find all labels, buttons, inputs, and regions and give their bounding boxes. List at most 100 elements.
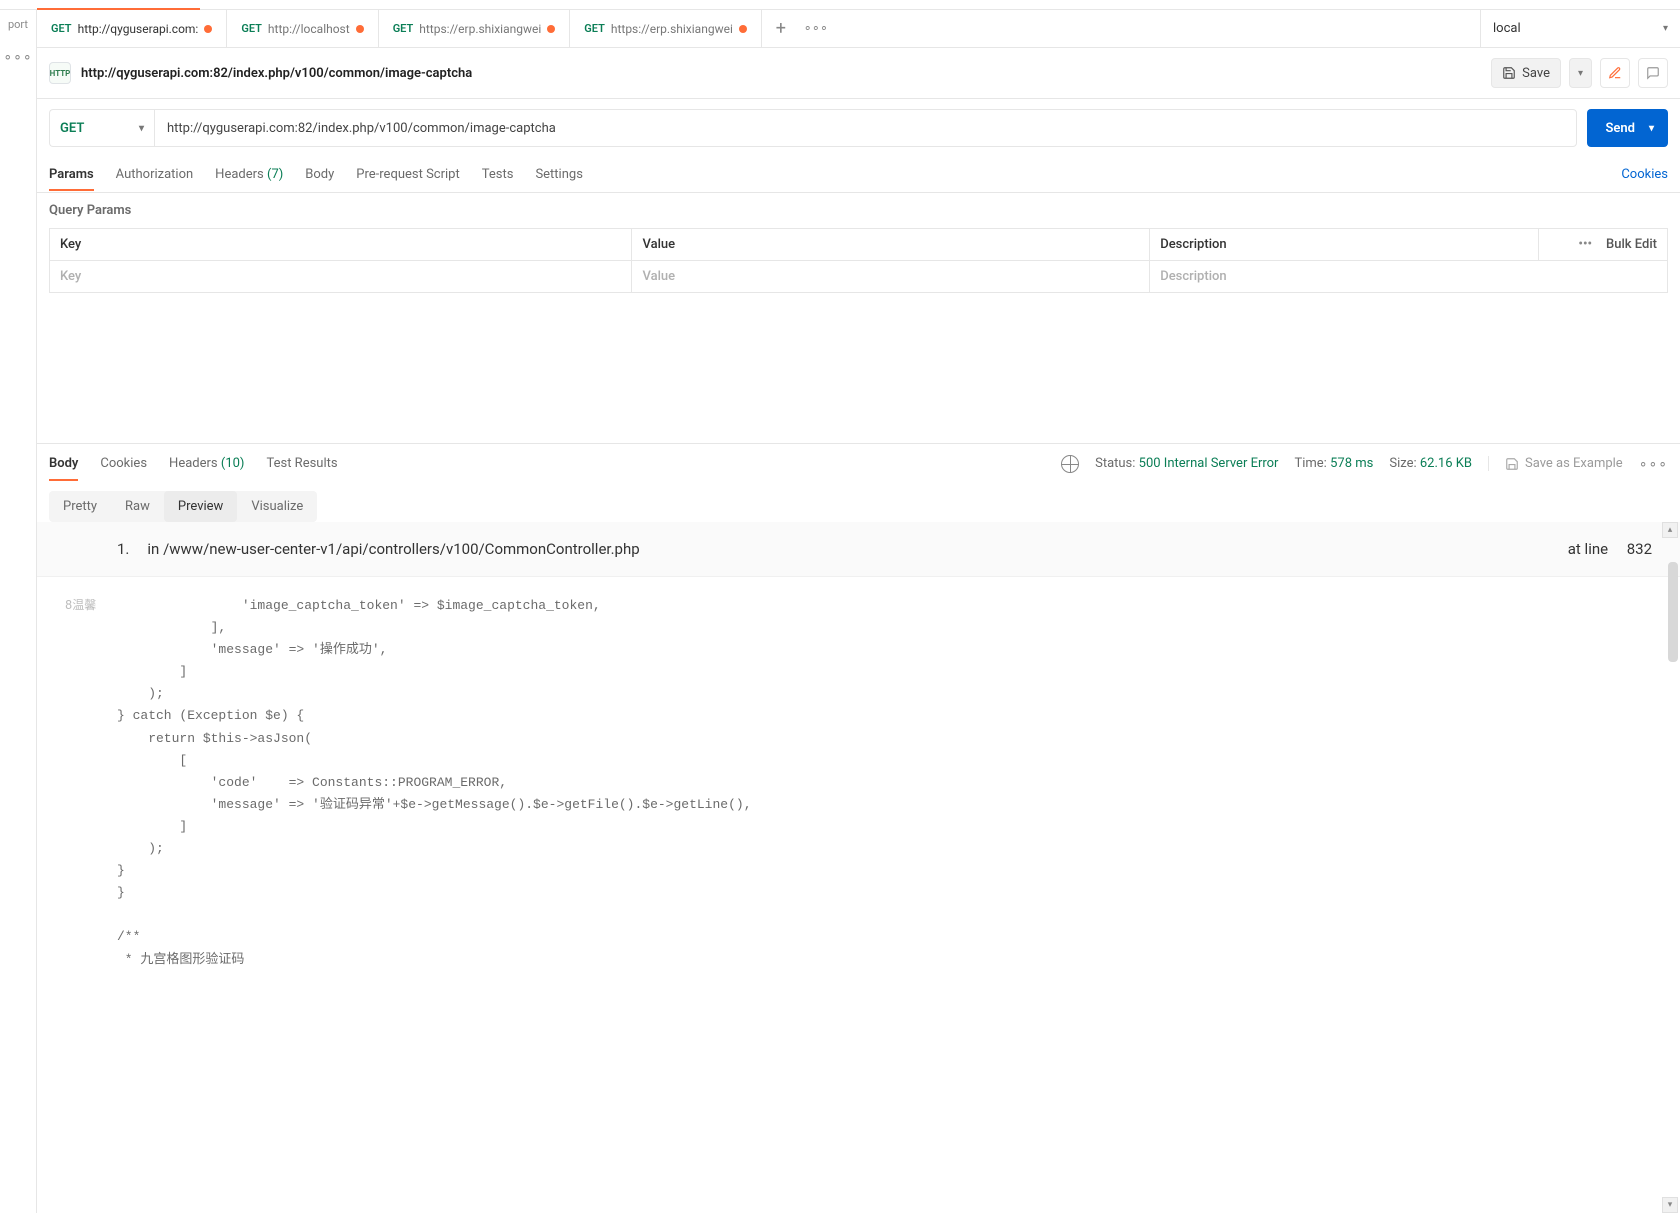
tab-body[interactable]: Body: [305, 167, 334, 182]
tab-params[interactable]: Params: [49, 167, 94, 182]
time-value: 578 ms: [1330, 456, 1373, 471]
tab-method: GET: [584, 22, 605, 35]
size-value: 62.16 KB: [1420, 456, 1472, 471]
status-label: Status:: [1095, 456, 1135, 471]
method-label: GET: [60, 121, 84, 136]
tab-method: GET: [51, 22, 72, 35]
tab-authorization[interactable]: Authorization: [116, 167, 194, 182]
tabs-overflow-button[interactable]: ∘∘∘: [800, 10, 832, 47]
save-dropdown-button[interactable]: ▾: [1569, 58, 1592, 88]
tab-2[interactable]: GET https://erp.shixiangwei: [379, 10, 571, 47]
tab-tests[interactable]: Tests: [482, 167, 514, 182]
tab-3[interactable]: GET https://erp.shixiangwei: [570, 10, 762, 47]
line-number: 832: [1627, 540, 1652, 558]
comments-button[interactable]: [1638, 58, 1668, 88]
key-input[interactable]: Key: [50, 261, 632, 293]
status-block: Status: 500 Internal Server Error: [1095, 456, 1278, 471]
tab-1[interactable]: GET http://localhost: [227, 10, 378, 47]
unsaved-dot-icon: [739, 25, 747, 33]
url-value: http://qyguserapi.com:82/index.php/v100/…: [167, 121, 556, 136]
scroll-down-button[interactable]: ▾: [1662, 1197, 1678, 1213]
tab-headers-label: Headers: [215, 167, 264, 182]
save-example-label: Save as Example: [1525, 456, 1623, 471]
save-icon: [1505, 457, 1519, 471]
save-icon: [1502, 66, 1516, 80]
tab-method: GET: [241, 22, 262, 35]
pencil-icon: [1608, 66, 1622, 80]
response-headers-count: (10): [221, 456, 245, 471]
col-description: Description: [1150, 229, 1538, 261]
scrollbar-thumb[interactable]: [1668, 562, 1678, 662]
viewmode-raw[interactable]: Raw: [111, 491, 164, 522]
chevron-down-icon: ▾: [1649, 123, 1654, 134]
tab-settings[interactable]: Settings: [535, 167, 582, 182]
left-sidebar-label: port: [8, 18, 28, 31]
response-more-button[interactable]: ∘∘∘: [1639, 456, 1668, 472]
environment-selector[interactable]: local ▾: [1480, 10, 1680, 47]
viewmode-pretty[interactable]: Pretty: [49, 491, 111, 522]
environment-name: local: [1493, 21, 1521, 36]
cookies-link[interactable]: Cookies: [1621, 167, 1668, 182]
chevron-down-icon: ▾: [139, 123, 144, 134]
tab-method: GET: [393, 22, 414, 35]
http-badge-icon: HTTP: [49, 62, 71, 84]
response-tab-cookies[interactable]: Cookies: [100, 456, 147, 471]
table-row[interactable]: Key Value Description: [50, 261, 1668, 293]
save-label: Save: [1522, 66, 1550, 81]
chevron-down-icon: ▾: [1663, 23, 1668, 34]
comment-icon: [1646, 66, 1660, 80]
response-tab-headers[interactable]: Headers (10): [169, 456, 244, 471]
save-button[interactable]: Save: [1491, 58, 1561, 88]
unsaved-dot-icon: [204, 25, 212, 33]
error-file: /www/new-user-center-v1/api/controllers/…: [163, 540, 640, 558]
bulk-edit-button[interactable]: Bulk Edit: [1606, 237, 1657, 252]
error-path: in /www/new-user-center-v1/api/controlle…: [147, 540, 639, 558]
value-input[interactable]: Value: [632, 261, 1150, 293]
tab-headers-count: (7): [267, 167, 283, 182]
unsaved-dot-icon: [356, 25, 364, 33]
status-value: 500 Internal Server Error: [1139, 456, 1279, 471]
globe-icon[interactable]: [1061, 455, 1079, 473]
viewmode-visualize[interactable]: Visualize: [237, 491, 317, 522]
line-gutter-label: 8温馨: [65, 596, 96, 613]
size-block: Size: 62.16 KB: [1389, 456, 1472, 471]
tab-title: http://localhost: [268, 22, 350, 36]
query-params-table: Key Value Description ••• Bulk Edit Key …: [49, 228, 1668, 293]
response-tab-body[interactable]: Body: [49, 456, 78, 471]
col-key: Key: [50, 229, 632, 261]
error-index: 1.: [117, 540, 129, 558]
time-block: Time: 578 ms: [1294, 456, 1373, 471]
tab-0[interactable]: GET http://qyguserapi.com:: [37, 10, 227, 47]
save-as-example-button[interactable]: Save as Example: [1488, 456, 1623, 471]
time-label: Time:: [1294, 456, 1326, 471]
error-prefix: in: [147, 540, 159, 558]
at-line-label: at line: [1568, 540, 1608, 558]
params-more-button[interactable]: •••: [1578, 237, 1592, 252]
send-label: Send: [1605, 121, 1635, 136]
response-headers-label: Headers: [169, 456, 218, 471]
left-sidebar-more-icon[interactable]: ∘∘∘: [3, 49, 32, 65]
tab-title: https://erp.shixiangwei: [611, 22, 733, 36]
tab-headers[interactable]: Headers (7): [215, 167, 283, 182]
col-value: Value: [632, 229, 1150, 261]
viewmode-preview[interactable]: Preview: [164, 491, 237, 522]
response-tab-testresults[interactable]: Test Results: [266, 456, 337, 471]
edit-button[interactable]: [1600, 58, 1630, 88]
tab-prerequest[interactable]: Pre-request Script: [356, 167, 459, 182]
add-tab-button[interactable]: +: [762, 10, 800, 47]
error-code: 'image_captcha_token' => $image_captcha_…: [37, 577, 1680, 999]
tab-title: http://qyguserapi.com:: [78, 22, 199, 36]
request-title[interactable]: http://qyguserapi.com:82/index.php/v100/…: [81, 66, 472, 81]
method-selector[interactable]: GET ▾: [49, 109, 154, 147]
description-input[interactable]: Description: [1150, 261, 1668, 293]
error-at-line: at line 832: [1568, 540, 1652, 558]
size-label: Size:: [1389, 456, 1416, 471]
tab-title: https://erp.shixiangwei: [419, 22, 541, 36]
chevron-down-icon: ▾: [1578, 68, 1583, 79]
response-body[interactable]: ▴ 1. in /www/new-user-center-v1/api/cont…: [37, 522, 1680, 1213]
unsaved-dot-icon: [547, 25, 555, 33]
send-button[interactable]: Send ▾: [1587, 109, 1668, 147]
scroll-up-button[interactable]: ▴: [1662, 522, 1678, 538]
tabs-bar: GET http://qyguserapi.com: GET http://lo…: [37, 10, 1680, 48]
url-input[interactable]: http://qyguserapi.com:82/index.php/v100/…: [154, 109, 1577, 147]
